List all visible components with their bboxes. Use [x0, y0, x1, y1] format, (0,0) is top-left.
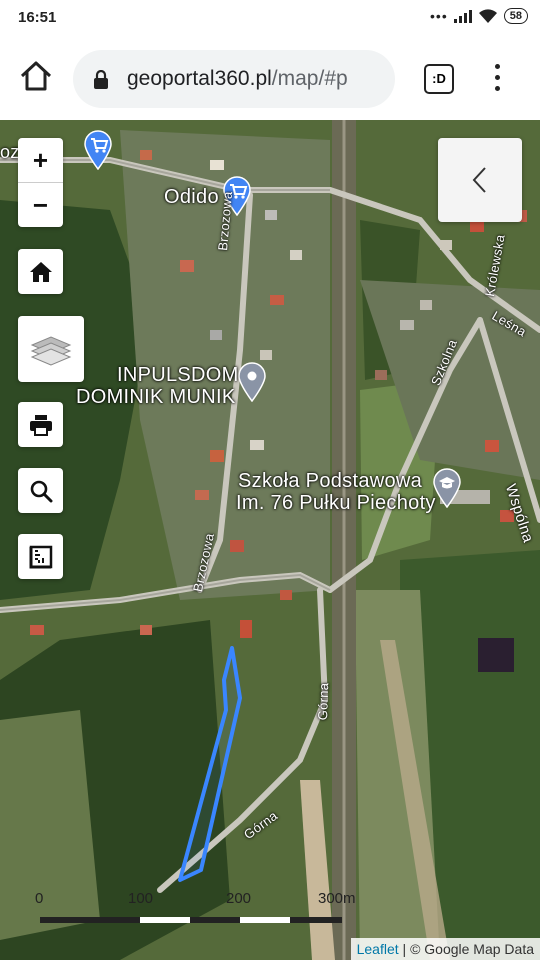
scale-label-100: 100	[128, 890, 154, 907]
zoom-in-button[interactable]: +	[18, 138, 63, 182]
attribution-separator: |	[398, 941, 411, 957]
zoom-control: + −	[18, 138, 63, 227]
url-path: /map/#p	[271, 67, 348, 90]
leaflet-link[interactable]: Leaflet	[357, 941, 399, 957]
scale-label-0: 0	[35, 890, 44, 907]
place-label-odido: Odido	[164, 186, 219, 208]
scale-label-300: 300m	[318, 890, 356, 907]
print-button[interactable]	[18, 402, 63, 447]
wifi-icon	[478, 9, 497, 23]
status-time: 16:51	[18, 9, 57, 26]
home-icon	[29, 261, 52, 282]
layers-button[interactable]	[18, 316, 84, 382]
tabs-button[interactable]: :D	[424, 64, 454, 94]
scale-bar	[40, 917, 342, 923]
chevron-left-icon	[472, 167, 486, 193]
pond	[478, 638, 514, 672]
place-label-inpulsdom-line1: INPULSDOM	[117, 364, 239, 386]
browser-toolbar: geoportal360.pl/map/#p :D	[0, 36, 540, 120]
scale-label-200: 200	[226, 890, 252, 907]
place-label-oz: oz	[0, 142, 20, 162]
status-bar: 16:51 ••• 58	[0, 0, 540, 36]
ruler-icon	[29, 545, 52, 568]
battery-icon: 58	[503, 8, 528, 24]
street-label-gorna-vertical: Górna	[315, 682, 332, 721]
place-label-school-line1: Szkoła Podstawowa	[238, 470, 423, 492]
place-label-inpulsdom-line2: DOMINIK MUNIK	[76, 386, 236, 408]
home-extent-button[interactable]	[18, 249, 63, 294]
browser-menu-icon[interactable]	[490, 64, 504, 94]
browser-home-icon[interactable]	[18, 58, 54, 94]
layers-icon	[30, 336, 72, 366]
side-panel-toggle-button[interactable]	[438, 138, 522, 222]
shopping-cart-marker-icon[interactable]	[84, 130, 112, 170]
signal-icon	[453, 9, 472, 23]
url-bar[interactable]: geoportal360.pl/map/#p	[73, 50, 395, 108]
url-host: geoportal360.pl	[127, 67, 272, 90]
zoom-out-button[interactable]: −	[18, 183, 63, 227]
satellite-basemap	[0, 120, 540, 960]
notification-dots-icon: •••	[430, 8, 448, 24]
url-text: geoportal360.pl/map/#p	[127, 67, 348, 91]
map-attribution: Leaflet | © Google Map Data	[350, 938, 540, 960]
place-pin-marker-icon[interactable]	[238, 362, 266, 402]
search-button[interactable]	[18, 468, 63, 513]
measure-button[interactable]	[18, 534, 63, 579]
lock-icon	[94, 70, 108, 89]
place-label-school-line2: Im. 76 Pułku Piechoty	[236, 492, 436, 514]
school-marker-icon[interactable]	[433, 468, 461, 508]
printer-icon	[29, 414, 52, 436]
status-icons: ••• 58	[430, 8, 528, 24]
map-view[interactable]: oz Odido INPULSDOM DOMINIK MUNIK Szkoła …	[0, 120, 540, 960]
search-icon	[30, 480, 52, 502]
attribution-provider: © Google Map Data	[410, 941, 534, 957]
